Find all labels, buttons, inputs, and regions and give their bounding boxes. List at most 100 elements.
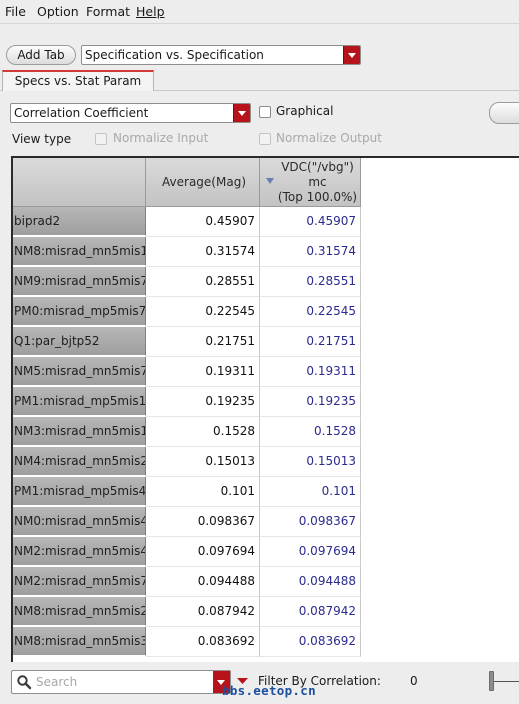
cell-vdc: 0.28551 (260, 267, 361, 297)
table-row[interactable]: NM8:misrad_mn5mis2 0.087942 0.087942 (13, 597, 361, 627)
row-parameter-name: NM8:misrad_mn5mis3 (13, 627, 146, 656)
normalize-input-label: Normalize Input (113, 131, 209, 145)
toolbar: Add Tab Specification vs. Specification (0, 40, 519, 68)
row-parameter-name: NM0:misrad_mn5mis4 (13, 507, 146, 536)
sort-descending-icon (266, 178, 274, 184)
cell-average: 0.101 (146, 477, 260, 507)
row-parameter-name: NM9:misrad_mn5mis7 (13, 267, 146, 296)
cell-average: 0.094488 (146, 567, 260, 597)
menu-help[interactable]: Help (136, 4, 165, 19)
chevron-down-icon[interactable] (343, 46, 360, 64)
table-row[interactable]: PM0:misrad_mp5mis7 0.22545 0.22545 (13, 297, 361, 327)
menu-format[interactable]: Format (86, 4, 130, 19)
column-header-vdc-line2: mc (308, 175, 327, 189)
cell-average: 0.31574 (146, 237, 260, 267)
cell-average: 0.098367 (146, 507, 260, 537)
view-selector-value: Specification vs. Specification (85, 48, 264, 62)
menu-bar: File Option Format Help (0, 0, 519, 24)
tab-strip: Specs vs. Stat Param (0, 69, 519, 91)
normalize-input-checkbox[interactable] (95, 133, 107, 145)
search-icon (17, 675, 32, 690)
cell-average: 0.083692 (146, 627, 260, 657)
cell-vdc: 0.098367 (260, 507, 361, 537)
metric-value: Correlation Coefficient (14, 106, 149, 120)
cell-average: 0.28551 (146, 267, 260, 297)
filter-value: 0 (410, 674, 418, 688)
table-row[interactable]: PM1:misrad_mp5mis4 0.101 0.101 (13, 477, 361, 507)
watermark: bbs.eetop.cn (222, 683, 316, 698)
cell-average: 0.15013 (146, 447, 260, 477)
view-type-label: View type (12, 132, 72, 146)
cell-vdc: 0.31574 (260, 237, 361, 267)
cell-vdc: 0.15013 (260, 447, 361, 477)
bottom-bar: Search Filter By Correlation: 0 bbs.eeto… (0, 662, 519, 704)
column-header-vdc[interactable]: VDC("/vbg") mc (Top 100.0%) (260, 158, 361, 207)
menu-file[interactable]: File (5, 4, 26, 19)
column-header-average-label: Average(Mag) (162, 175, 246, 189)
table-row[interactable]: Q1:par_bjtp52 0.21751 0.21751 (13, 327, 361, 357)
row-parameter-name: NM8:misrad_mn5mis1 (13, 237, 146, 266)
cell-average: 0.45907 (146, 207, 260, 237)
table-row[interactable]: PM1:misrad_mp5mis1 0.19235 0.19235 (13, 387, 361, 417)
tab-specs-vs-stat-param[interactable]: Specs vs. Stat Param (2, 70, 154, 91)
graphical-label: Graphical (276, 104, 334, 118)
cell-average: 0.19235 (146, 387, 260, 417)
table-row[interactable]: NM4:misrad_mn5mis2 0.15013 0.15013 (13, 447, 361, 477)
cell-vdc: 0.101 (260, 477, 361, 507)
right-edge-button[interactable] (489, 102, 519, 124)
row-parameter-name: biprad2 (13, 207, 146, 236)
row-parameter-name: PM1:misrad_mp5mis4 (13, 477, 146, 506)
row-parameter-name: PM0:misrad_mp5mis7 (13, 297, 146, 326)
column-header-vdc-line1: VDC("/vbg") (281, 160, 354, 174)
row-parameter-name: Q1:par_bjtp52 (13, 327, 146, 356)
cell-average: 0.19311 (146, 357, 260, 387)
filter-slider-handle[interactable] (489, 671, 494, 691)
row-parameter-name: NM3:misrad_mn5mis1 (13, 417, 146, 446)
menu-option[interactable]: Option (37, 4, 79, 19)
cell-average: 0.1528 (146, 417, 260, 447)
row-parameter-name: NM2:misrad_mn5mis4 (13, 537, 146, 566)
cell-vdc: 0.083692 (260, 627, 361, 657)
row-header-corner (13, 158, 146, 207)
correlation-table: Average(Mag) VDC("/vbg") mc (Top 100.0%)… (11, 156, 519, 662)
table-row[interactable]: NM9:misrad_mn5mis7 0.28551 0.28551 (13, 267, 361, 297)
column-header-average[interactable]: Average(Mag) (146, 158, 260, 207)
cell-vdc: 0.19311 (260, 357, 361, 387)
table-row[interactable]: NM2:misrad_mn5mis4 0.097694 0.097694 (13, 537, 361, 567)
cell-vdc: 0.097694 (260, 537, 361, 567)
cell-average: 0.21751 (146, 327, 260, 357)
table-row[interactable]: NM5:misrad_mn5mis7 0.19311 0.19311 (13, 357, 361, 387)
cell-vdc: 0.087942 (260, 597, 361, 627)
cell-vdc: 0.45907 (260, 207, 361, 237)
add-tab-button[interactable]: Add Tab (6, 45, 76, 65)
normalize-output-label: Normalize Output (276, 131, 382, 145)
cell-vdc: 0.094488 (260, 567, 361, 597)
search-placeholder: Search (36, 675, 78, 689)
table-empty-area (361, 207, 519, 662)
normalize-output-checkbox[interactable] (259, 133, 271, 145)
table-row[interactable]: NM3:misrad_mn5mis1 0.1528 0.1528 (13, 417, 361, 447)
cell-average: 0.097694 (146, 537, 260, 567)
column-header-vdc-line3: (Top 100.0%) (277, 190, 358, 204)
table-row[interactable]: NM8:misrad_mn5mis1 0.31574 0.31574 (13, 237, 361, 267)
cell-average: 0.087942 (146, 597, 260, 627)
chevron-down-icon[interactable] (233, 104, 250, 122)
row-parameter-name: NM5:misrad_mn5mis7 (13, 357, 146, 386)
row-parameter-name: NM2:misrad_mn5mis7 (13, 567, 146, 596)
metric-dropdown[interactable]: Correlation Coefficient (10, 103, 251, 123)
view-selector-dropdown[interactable]: Specification vs. Specification (81, 45, 361, 65)
cell-vdc: 0.21751 (260, 327, 361, 357)
cell-vdc: 0.19235 (260, 387, 361, 417)
graphical-checkbox[interactable] (259, 106, 271, 118)
table-row[interactable]: NM2:misrad_mn5mis7 0.094488 0.094488 (13, 567, 361, 597)
cell-average: 0.22545 (146, 297, 260, 327)
search-input[interactable]: Search (11, 670, 231, 694)
row-parameter-name: NM4:misrad_mn5mis2 (13, 447, 146, 476)
table-row[interactable]: biprad2 0.45907 0.45907 (13, 207, 361, 237)
cell-vdc: 0.1528 (260, 417, 361, 447)
row-parameter-name: NM8:misrad_mn5mis2 (13, 597, 146, 626)
row-parameter-name: PM1:misrad_mp5mis1 (13, 387, 146, 416)
table-row[interactable]: NM0:misrad_mn5mis4 0.098367 0.098367 (13, 507, 361, 537)
cell-vdc: 0.22545 (260, 297, 361, 327)
table-row[interactable]: NM8:misrad_mn5mis3 0.083692 0.083692 (13, 627, 361, 657)
